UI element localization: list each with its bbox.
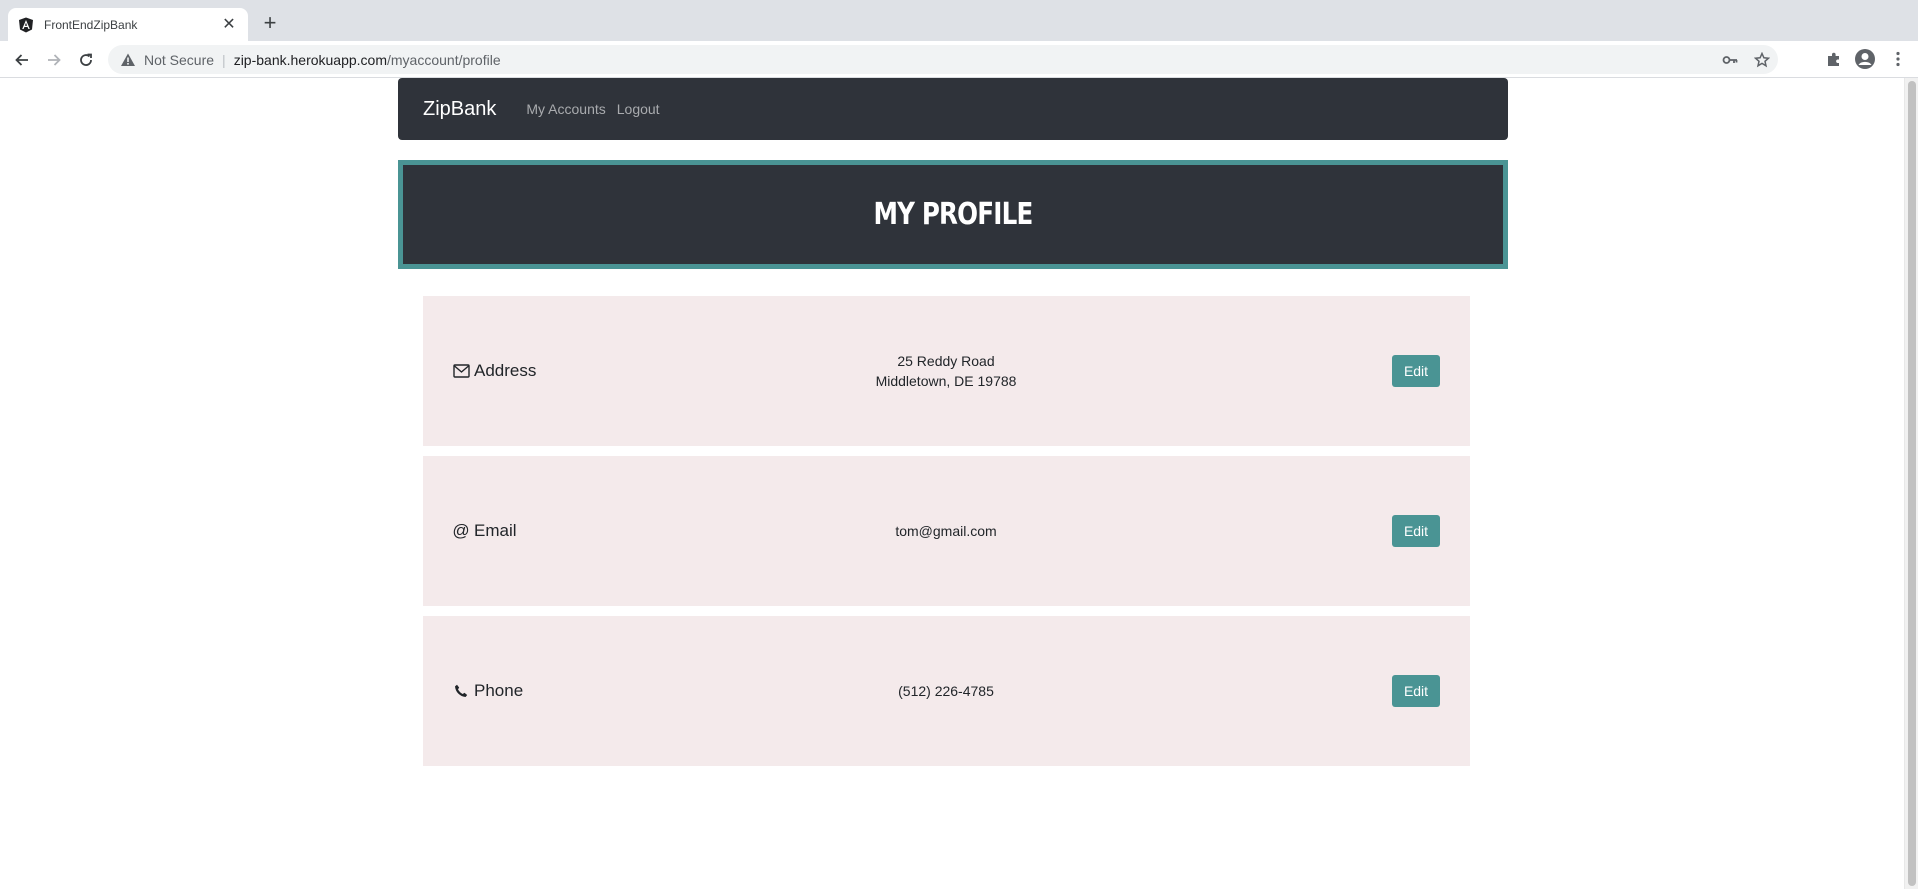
phone-label-text: Phone — [474, 681, 524, 700]
edit-address-button[interactable]: Edit — [1392, 355, 1440, 387]
email-label-text: Email — [474, 521, 517, 540]
phone-label: Phone — [452, 616, 523, 766]
address-line-2: Middletown, DE 19788 — [875, 373, 1017, 389]
edit-email-button[interactable]: Edit — [1392, 515, 1440, 547]
url-host: zip-bank.herokuapp.com — [233, 51, 387, 68]
url-path: /myaccount/profile — [387, 51, 501, 68]
address-card: Address 25 Reddy Road Middletown, DE 197… — [423, 296, 1470, 446]
security-label: Not Secure — [144, 51, 215, 68]
angular-favicon-icon — [19, 17, 33, 32]
at-icon: @ — [452, 521, 470, 540]
page-scrollbar[interactable] — [1904, 78, 1918, 889]
phone-value: (512) 226-4785 — [846, 616, 1046, 766]
address-line-1: 25 Reddy Road — [897, 353, 995, 369]
omnibox-separator: | — [222, 51, 226, 68]
back-arrow-icon[interactable] — [8, 46, 36, 74]
envelope-icon — [452, 362, 470, 380]
browser-tab-bar: FrontEndZipBank ✕ + — [0, 0, 1918, 41]
phone-icon — [452, 682, 470, 700]
address-value: 25 Reddy Road Middletown, DE 19788 — [846, 296, 1046, 446]
email-label: @ Email — [452, 456, 517, 606]
phone-number: (512) 226-4785 — [898, 683, 994, 699]
profile-avatar-icon[interactable] — [1853, 47, 1877, 71]
star-bookmark-icon[interactable] — [1752, 50, 1772, 70]
tab-close-icon[interactable]: ✕ — [220, 16, 238, 33]
browser-menu-kebab-icon[interactable] — [1886, 47, 1910, 71]
new-tab-icon[interactable]: + — [258, 12, 282, 36]
warning-icon — [121, 53, 135, 66]
address-label-text: Address — [474, 361, 537, 380]
page-viewport: ZipBank My Accounts Logout My Profile Ad… — [0, 78, 1918, 889]
browser-toolbar: Not Secure | zip-bank.herokuapp.com/myac… — [0, 41, 1918, 78]
email-address: tom@gmail.com — [895, 523, 997, 539]
edit-phone-button[interactable]: Edit — [1392, 675, 1440, 707]
nav-link-my-accounts[interactable]: My Accounts — [526, 101, 605, 117]
email-card: @ Email tom@gmail.com Edit — [423, 456, 1470, 606]
phone-card: Phone (512) 226-4785 Edit — [423, 616, 1470, 766]
browser-tab[interactable]: FrontEndZipBank ✕ — [8, 8, 248, 41]
forward-arrow-icon[interactable] — [40, 46, 68, 74]
page-title-banner: My Profile — [398, 160, 1508, 269]
scrollbar-thumb[interactable] — [1908, 81, 1916, 886]
reload-icon[interactable] — [72, 46, 100, 74]
extensions-puzzle-icon[interactable] — [1822, 47, 1846, 71]
site-navbar: ZipBank My Accounts Logout — [398, 78, 1508, 140]
key-icon[interactable] — [1720, 50, 1740, 70]
page-title: My Profile — [873, 197, 1033, 232]
tab-title: FrontEndZipBank — [44, 17, 138, 32]
address-label: Address — [452, 296, 536, 446]
email-value: tom@gmail.com — [846, 456, 1046, 606]
nav-link-logout[interactable]: Logout — [617, 101, 660, 117]
address-bar[interactable]: Not Secure | zip-bank.herokuapp.com/myac… — [108, 45, 1778, 74]
brand-logo[interactable]: ZipBank — [423, 98, 496, 121]
